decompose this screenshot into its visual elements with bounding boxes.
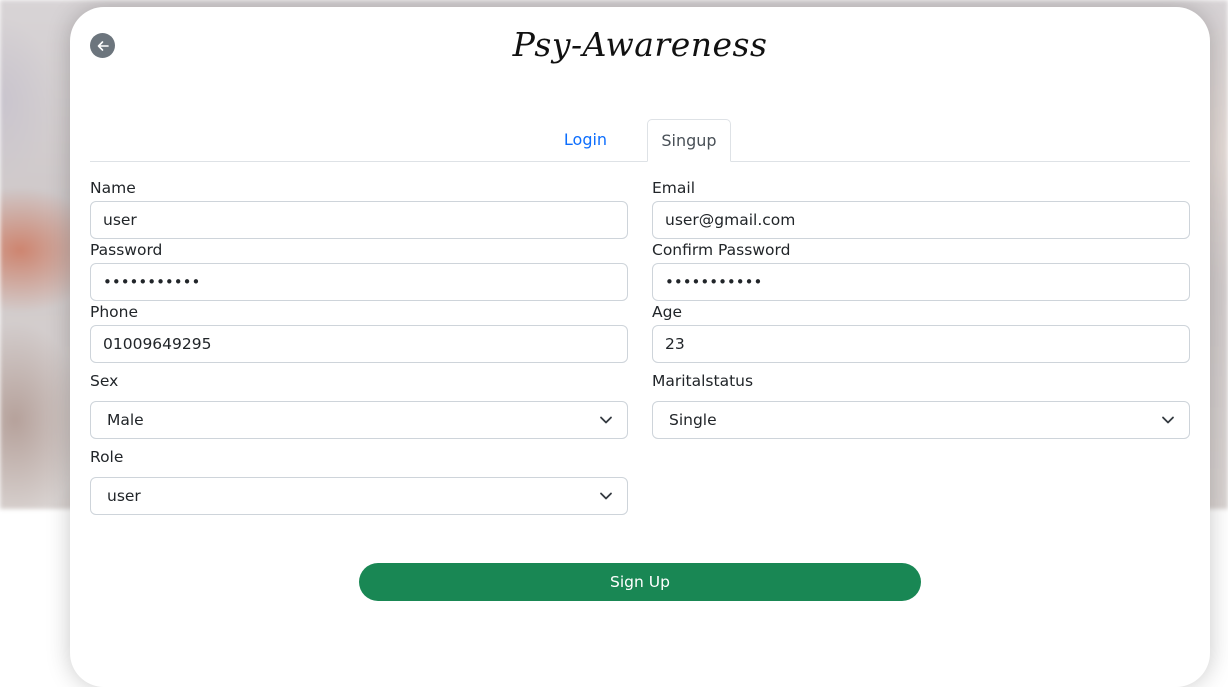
app-title: Psy-Awareness	[512, 25, 768, 64]
role-selected-value: user	[107, 487, 141, 505]
tab-login[interactable]: Login	[548, 119, 623, 160]
chevron-down-icon	[600, 416, 612, 424]
role-label: Role	[90, 448, 124, 466]
sign-up-button[interactable]: Sign Up	[359, 563, 921, 601]
password-input[interactable]: •••••••••••	[90, 263, 628, 301]
email-label: Email	[652, 179, 696, 197]
phone-label: Phone	[90, 303, 139, 321]
password-label: Password	[90, 241, 163, 259]
sex-select[interactable]: Male	[90, 401, 628, 439]
sex-label: Sex	[90, 372, 119, 390]
chevron-down-icon	[1162, 416, 1174, 424]
role-select[interactable]: user	[90, 477, 628, 515]
age-input[interactable]: 23	[652, 325, 1190, 363]
email-input[interactable]: user@gmail.com	[652, 201, 1190, 239]
name-input[interactable]: user	[90, 201, 628, 239]
age-label: Age	[652, 303, 682, 321]
auth-card: Psy-Awareness Login Singup Name user Ema…	[70, 7, 1210, 687]
auth-tabs: Login Singup	[90, 119, 1190, 162]
marital-status-label: Maritalstatus	[652, 372, 754, 390]
marital-status-select[interactable]: Single	[652, 401, 1190, 439]
chevron-down-icon	[600, 492, 612, 500]
phone-input[interactable]: 01009649295	[90, 325, 628, 363]
confirm-password-label: Confirm Password	[652, 241, 791, 259]
confirm-password-input[interactable]: •••••••••••	[652, 263, 1190, 301]
name-label: Name	[90, 179, 136, 197]
tab-signup[interactable]: Singup	[647, 119, 731, 162]
sex-selected-value: Male	[107, 411, 144, 429]
marital-status-selected-value: Single	[669, 411, 717, 429]
